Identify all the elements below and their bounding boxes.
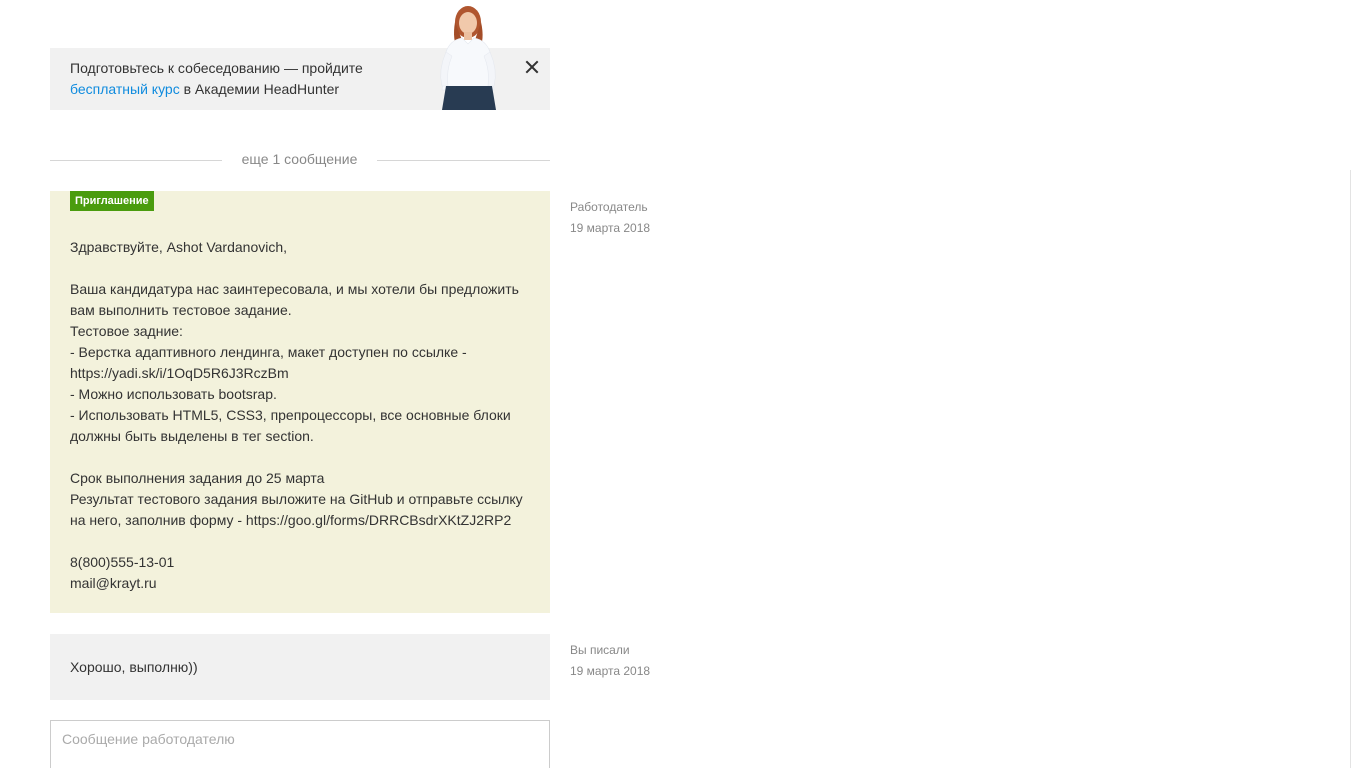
- message-paragraph: Ваша кандидатура нас заинтересовала, и м…: [70, 281, 519, 318]
- invitation-badge: Приглашение: [70, 191, 154, 211]
- message-paragraph: Тестовое задние:: [70, 323, 183, 339]
- message-paragraph: - Можно использовать bootsrap.: [70, 386, 277, 402]
- message-paragraph: Срок выполнения задания до 25 марта: [70, 470, 325, 486]
- message-date: 19 марта 2018: [570, 221, 651, 235]
- invitation-message-body: Здравствуйте, Ashot Vardanovich, Ваша ка…: [70, 237, 532, 594]
- message-input[interactable]: [51, 721, 549, 768]
- message-date: 19 марта 2018: [570, 664, 651, 678]
- promo-banner: Подготовьтесь к собеседованию — пройдите…: [50, 6, 550, 110]
- contact-email: mail@krayt.ru: [70, 575, 157, 591]
- message-author: Работодатель: [570, 200, 648, 214]
- scrollbar-edge: [1350, 170, 1351, 768]
- promo-text-after: в Академии HeadHunter: [179, 81, 340, 97]
- message-paragraph: - Использовать HTML5, CSS3, препроцессор…: [70, 407, 511, 444]
- chat-page: Подготовьтесь к собеседованию — пройдите…: [0, 0, 1352, 768]
- message-paragraph: Результат тестового задания выложите на …: [70, 491, 523, 528]
- own-reply-message: Хорошо, выполню)): [50, 634, 550, 700]
- invitation-message: Приглашение Здравствуйте, Ashot Vardanov…: [50, 191, 550, 613]
- divider-left: [50, 160, 222, 161]
- reply-meta: Вы писали 19 марта 2018: [570, 640, 650, 682]
- close-icon[interactable]: [524, 59, 540, 75]
- message-greeting: Здравствуйте, Ashot Vardanovich,: [70, 239, 288, 255]
- contact-phone: 8(800)555-13-01: [70, 554, 175, 570]
- message-paragraph: - Верстка адаптивного лендинга, макет до…: [70, 344, 467, 381]
- divider-right: [377, 160, 550, 161]
- person-photo-icon: [440, 6, 496, 110]
- invitation-meta: Работодатель 19 марта 2018: [570, 197, 650, 239]
- compose-box: [50, 720, 550, 768]
- promo-text: Подготовьтесь к собеседованию — пройдите…: [70, 58, 400, 100]
- reply-text: Хорошо, выполню)): [70, 659, 198, 675]
- show-more-messages-link[interactable]: еще 1 сообщение: [222, 151, 377, 167]
- more-messages-separator: еще 1 сообщение: [50, 150, 550, 170]
- free-course-link[interactable]: бесплатный курс: [70, 81, 180, 97]
- message-author: Вы писали: [570, 643, 630, 657]
- promo-text-before: Подготовьтесь к собеседованию — пройдите: [70, 60, 363, 76]
